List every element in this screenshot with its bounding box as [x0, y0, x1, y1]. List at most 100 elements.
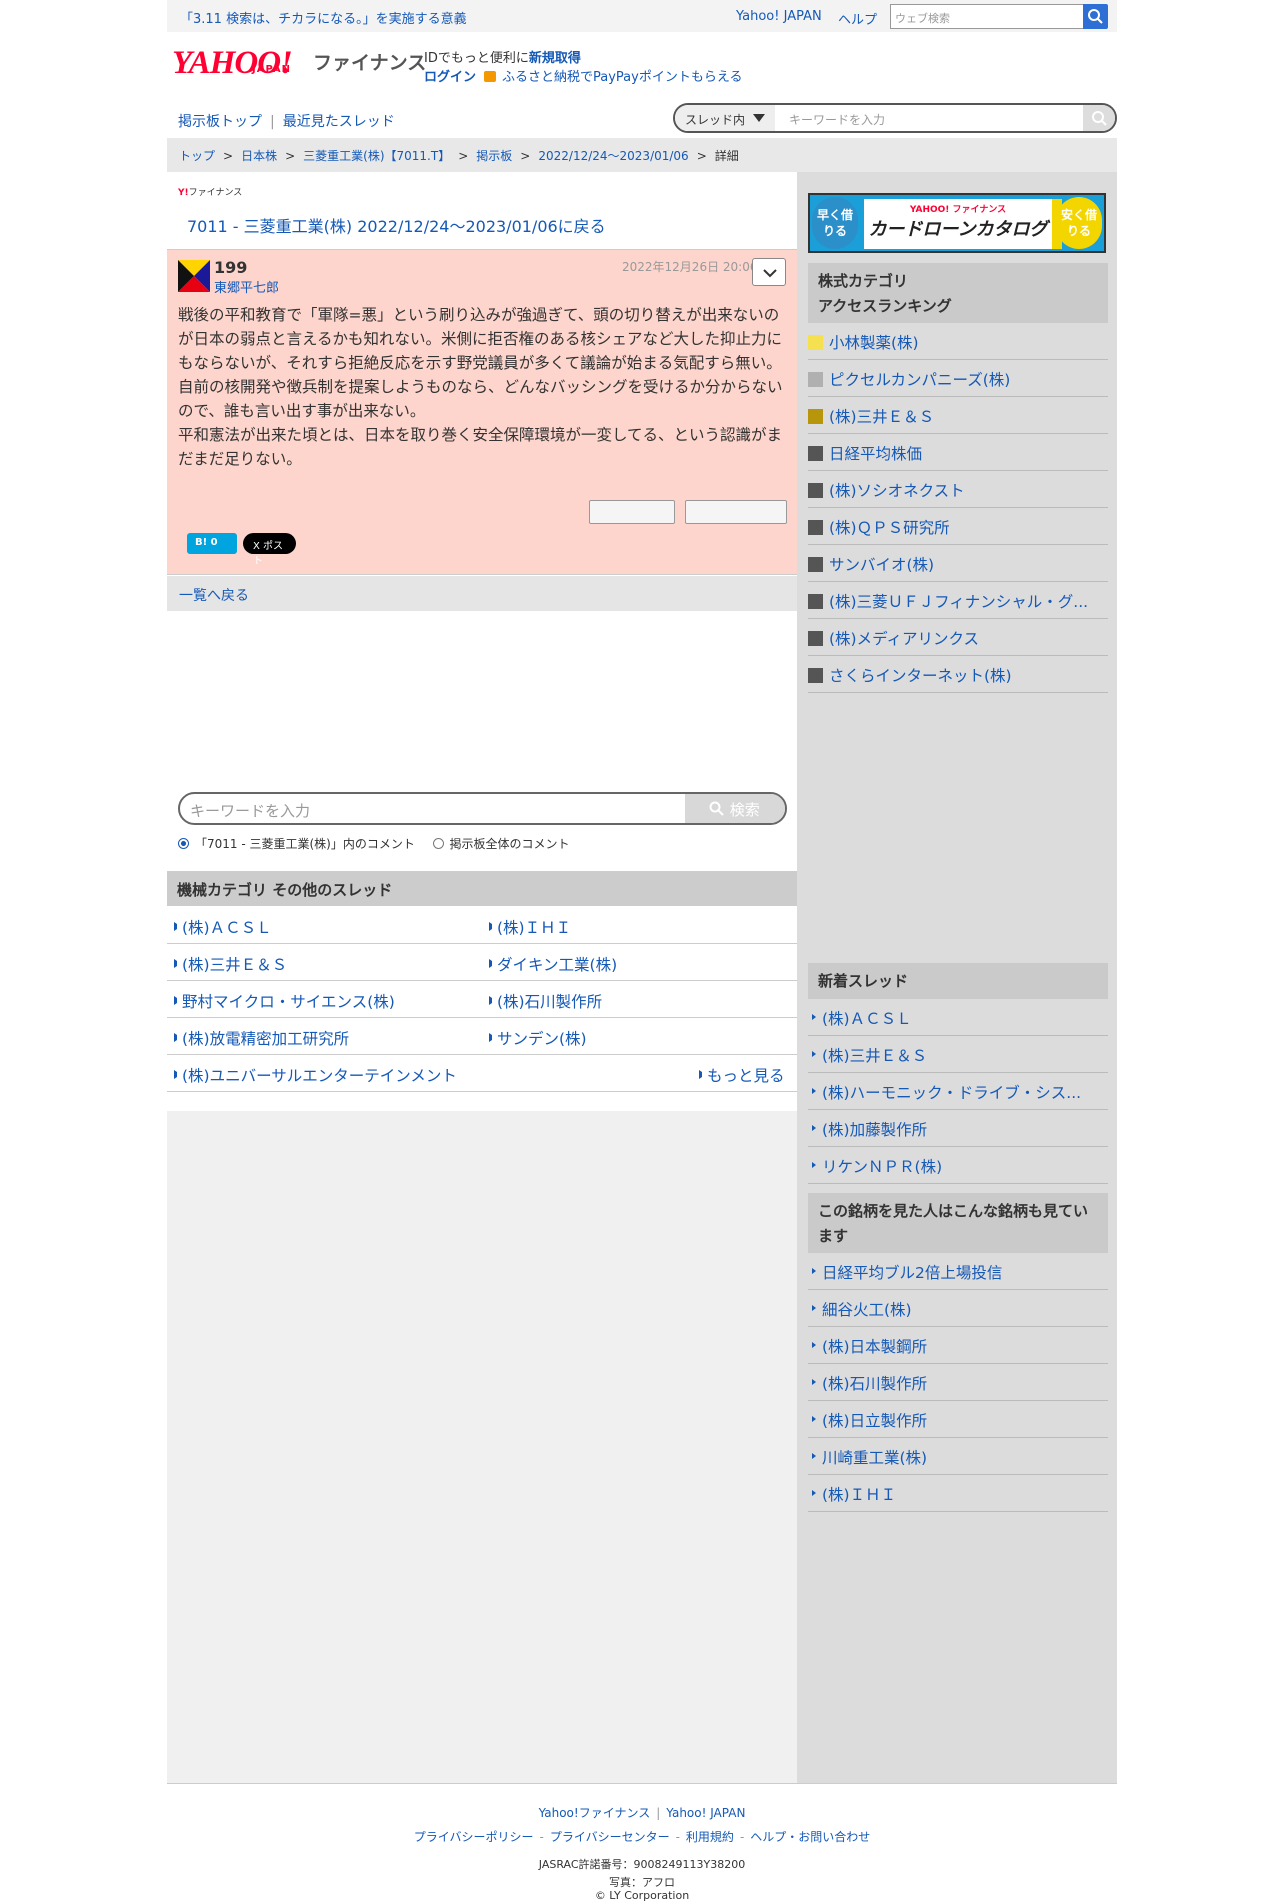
rank-marker-icon [808, 409, 823, 424]
post-body: 戦後の平和教育で「軍隊=悪」という刷り込みが強過ぎて、頭の切り替えが出来ないのが… [178, 306, 783, 468]
ranking-item[interactable]: (株)三井Ｅ＆Ｓ [808, 397, 1108, 434]
radio-all[interactable] [432, 838, 444, 849]
ad-cheap-badge: 安く借りる [1056, 197, 1102, 249]
list-item[interactable]: 細谷火工(株) [808, 1290, 1108, 1327]
ranking-item[interactable]: 小林製薬(株) [808, 323, 1108, 360]
ranking-item[interactable]: (株)三菱ＵＦＪフィナンシャル・グ... [808, 582, 1108, 619]
list-item[interactable]: (株)三井Ｅ＆Ｓ [808, 1036, 1108, 1073]
breadcrumb: トップ > 日本株 > 三菱重工業(株)【7011.T】 > 掲示板 >2022/12/24〜… [167, 138, 1117, 172]
ranking-item[interactable]: 日経平均株価 [808, 434, 1108, 471]
thread-search: スレッド内 キーワードを入力 [673, 103, 1117, 133]
list-item[interactable]: (株)石川製作所 [808, 1364, 1108, 1401]
ad-center: YAHOO! ファイナンス カードローンカタログ [864, 199, 1052, 249]
yahoo-logo[interactable]: YAHOO! [172, 46, 312, 84]
help-link[interactable]: ヘルプ [838, 9, 877, 28]
rank-marker-icon [808, 520, 823, 535]
search-icon [1092, 111, 1107, 126]
footer-links-2: プライバシーポリシー - プライバシーセンター - 利用規約 - ヘルプ・お問い合わせ [413, 1830, 871, 1844]
campaign-link[interactable]: 「3.11 検索は、チカラになる。」を実施する意義 [180, 8, 467, 27]
thread-link[interactable]: (株)ユニバーサルエンターテインメント [174, 1064, 457, 1086]
register-link[interactable]: 新規取得 [529, 51, 581, 66]
disagree-button[interactable] [685, 500, 787, 524]
login-link[interactable]: ログイン [424, 70, 476, 85]
table-row: (株)ＡＣＳＬ (株)ＩＨＩ [167, 907, 797, 944]
photo-credit: 写真：アフロ [609, 1876, 675, 1889]
breadcrumb-thread[interactable]: 2022/12/24〜2023/01/06 [538, 149, 688, 163]
scope-select[interactable]: スレッド内 [675, 105, 775, 131]
keyword-input[interactable]: キーワードを入力 [190, 800, 310, 821]
jasrac-text: JASRAC許諾番号：9008249113Y38200 [538, 1858, 746, 1871]
back-to-thread-link[interactable]: 7011 - 三菱重工業(株) 2022/12/24〜2023/01/06に戻る [187, 213, 606, 237]
thread-link[interactable]: (株)ＩＨＩ [488, 916, 571, 938]
ranking-item[interactable]: サンバイオ(株) [808, 545, 1108, 582]
ranking-item[interactable]: (株)ソシオネクスト [808, 471, 1108, 508]
list-item[interactable]: 川崎重工業(株) [808, 1438, 1108, 1475]
thread-link[interactable]: ダイキン工業(株) [488, 953, 617, 975]
new-threads-list: (株)ＡＣＳＬ (株)三井Ｅ＆Ｓ (株)ハーモニック・ドライブ・シス... (株)加藤… [808, 999, 1108, 1184]
also-viewed-list: 日経平均ブル2倍上場投信 細谷火工(株) (株)日本製鋼所 (株)石川製作所 (株)日立… [808, 1253, 1108, 1512]
cart-icon [484, 71, 497, 82]
back-to-list-link[interactable]: 一覧へ戻る [167, 576, 797, 611]
privacy-center-link[interactable]: プライバシーセンター [550, 1830, 670, 1844]
ranking-item[interactable]: (株)ＱＰＳ研究所 [808, 508, 1108, 545]
footer-finance-link[interactable]: Yahoo!ファイナンス [539, 1806, 651, 1820]
board-top-link[interactable]: 掲示板トップ [178, 114, 262, 130]
thread-link[interactable]: (株)放電精密加工研究所 [173, 1027, 349, 1049]
finance-wordmark: ファイナンス [313, 52, 427, 74]
yahoo-japan-link[interactable]: Yahoo! JAPAN [736, 9, 822, 24]
thread-search-button[interactable] [1083, 105, 1115, 131]
rank-marker-icon [808, 668, 823, 683]
ranking-item[interactable]: (株)メディアリンクス [808, 619, 1108, 656]
furusato-link[interactable]: ふるさと納税でPayPayポイントもらえる [502, 70, 742, 85]
thread-link[interactable]: (株)石川製作所 [488, 990, 602, 1012]
breadcrumb-stock[interactable]: 三菱重工業(株)【7011.T】 [303, 149, 450, 163]
thread-link[interactable]: (株)ＡＣＳＬ [174, 916, 272, 938]
list-item[interactable]: (株)日本製鋼所 [808, 1327, 1108, 1364]
more-link[interactable]: もっと見る [699, 1064, 785, 1086]
ad-fast-badge: 早く借りる [812, 197, 858, 249]
search-scope-radios: 「7011 - 三菱重工業(株)」内のコメント 掲示板全体のコメント [178, 835, 570, 852]
recent-threads-link[interactable]: 最近見たスレッド [283, 114, 395, 130]
ranking-item[interactable]: ピクセルカンパニーズ(株) [808, 360, 1108, 397]
post-author[interactable]: 東郷平七郎 [214, 277, 279, 296]
rank-marker-icon [808, 446, 823, 461]
web-search-button[interactable] [1083, 4, 1108, 29]
ranking-heading: 株式カテゴリ アクセスランキング [808, 263, 1108, 323]
list-item[interactable]: 日経平均ブル2倍上場投信 [808, 1253, 1108, 1290]
thread-link[interactable]: (株)三井Ｅ＆Ｓ [173, 953, 287, 975]
dropdown-triangle-icon [753, 114, 765, 122]
breadcrumb-jp-stocks[interactable]: 日本株 [241, 149, 277, 163]
list-item[interactable]: (株)日立製作所 [808, 1401, 1108, 1438]
keyword-search-button[interactable]: 検索 [685, 794, 785, 823]
keyword-search: キーワードを入力 検索 [178, 792, 787, 825]
card-loan-ad[interactable]: 早く借りる YAHOO! ファイナンス カードローンカタログ 安く借りる [808, 193, 1106, 253]
list-item[interactable]: リケンＮＰＲ(株) [808, 1147, 1108, 1184]
thread-keyword-input[interactable]: キーワードを入力 [785, 105, 889, 131]
rank-marker-icon [808, 483, 823, 498]
list-item[interactable]: (株)ＩＨＩ [808, 1475, 1108, 1512]
rank-marker-icon [808, 594, 823, 609]
terms-link[interactable]: 利用規約 [686, 1830, 734, 1844]
ranking-item[interactable]: さくらインターネット(株) [808, 656, 1108, 693]
hatena-bookmark-button[interactable]: B! 0 [187, 533, 237, 554]
small-finance-logo: Y!ファイナンス [178, 188, 243, 198]
new-threads-heading: 新着スレッド [808, 963, 1108, 999]
help-contact-link[interactable]: ヘルプ・お問い合わせ [750, 1830, 870, 1844]
x-post-button[interactable]: X ポスト [243, 533, 296, 567]
footer-yahoo-link[interactable]: Yahoo! JAPAN [666, 1806, 745, 1820]
breadcrumb-board[interactable]: 掲示板 [476, 149, 512, 163]
thread-link[interactable]: サンデン(株) [489, 1027, 587, 1049]
agree-button[interactable] [589, 500, 675, 524]
web-search-input[interactable]: ウェブ検索 [890, 4, 1086, 29]
radio-thread[interactable] [178, 838, 189, 849]
list-item[interactable]: (株)ＡＣＳＬ [808, 999, 1108, 1036]
privacy-policy-link[interactable]: プライバシーポリシー [414, 1830, 534, 1844]
post-menu-button[interactable] [752, 258, 786, 286]
chevron-down-icon [763, 269, 777, 278]
list-item[interactable]: (株)加藤製作所 [808, 1110, 1108, 1147]
list-item[interactable]: (株)ハーモニック・ドライブ・シス... [808, 1073, 1108, 1110]
thread-link[interactable]: 野村マイクロ・サイエンス(株) [174, 990, 395, 1012]
breadcrumb-top[interactable]: トップ [179, 149, 215, 163]
post-number: 199 [214, 258, 248, 277]
search-icon [709, 801, 724, 816]
